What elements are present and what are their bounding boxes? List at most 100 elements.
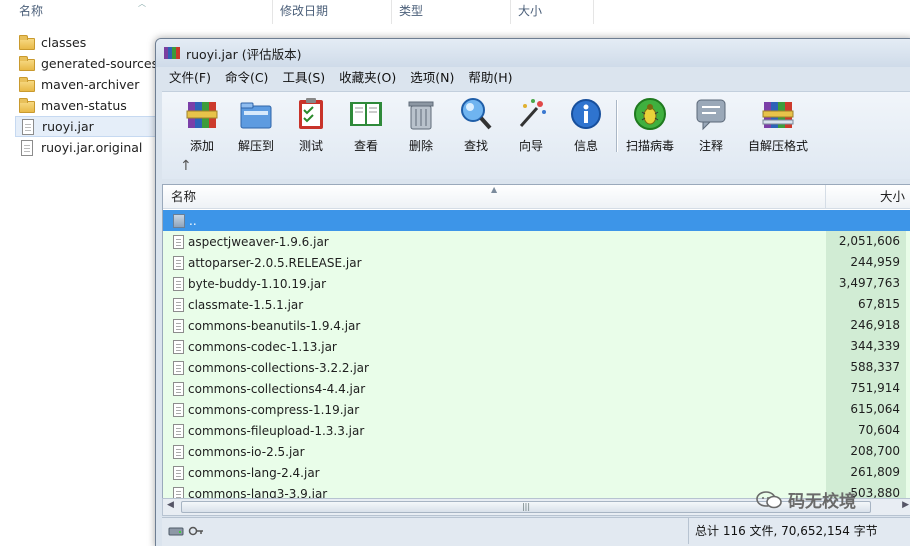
jar-file-icon [173,360,184,375]
menu-favorites[interactable]: 收藏夹(O) [332,67,403,89]
sfx-button[interactable]: 自解压格式 [742,96,814,154]
column-header-size[interactable]: 大小 [880,185,905,209]
file-name: commons-fileupload-1.3.3.jar [188,423,365,438]
extract-to-button[interactable]: 解压到 [226,96,286,154]
explorer-item-classes[interactable]: classes [15,32,157,53]
toolbar: 添加 解压到 测试 查看 删除 查找 向导 信息 扫描病毒 注释 自解压格式 ↑ [162,91,910,179]
table-row[interactable]: commons-compress-1.19.jar 615,064 [163,399,910,420]
comment-label: 注释 [698,139,723,153]
folder-icon [19,77,35,92]
table-row[interactable]: classmate-1.5.1.jar 67,815 [163,294,910,315]
archive-file-list[interactable]: 名称 ▲ 大小 .. aspectjweaver-1.9.6.jar 2,051,… [162,184,910,514]
scroll-left-icon[interactable]: ◀ [167,500,174,510]
menu-help[interactable]: 帮助(H) [461,67,519,89]
add-label: 添加 [189,139,214,153]
file-size: 3,497,763 [826,273,906,294]
file-name: commons-compress-1.19.jar [188,402,360,417]
explorer-item-ruoyi-jar-original[interactable]: ruoyi.jar.original [15,137,157,158]
folder-extract-icon [240,102,272,129]
clipboard-check-icon [299,98,323,129]
folder-icon [19,35,35,50]
toolbar-separator [616,100,618,152]
title-bar[interactable]: ruoyi.jar (评估版本) [156,39,910,67]
wechat-icon [756,490,782,508]
sfx-icon [762,102,794,128]
file-name: .. [189,213,197,228]
file-size: 70,604 [826,420,906,441]
file-rows: .. aspectjweaver-1.9.6.jar 2,051,606 atto… [163,210,910,504]
status-icons [168,525,204,537]
menu-options[interactable]: 选项(N) [403,67,461,89]
list-header: 名称 ▲ 大小 [163,185,910,209]
file-name: attoparser-2.0.5.RELEASE.jar [188,255,362,270]
file-name: commons-lang-2.4.jar [188,465,320,480]
key-icon[interactable] [188,525,204,537]
file-size: 244,959 [826,252,906,273]
sfx-label: 自解压格式 [747,139,808,153]
explorer-col-type[interactable]: 类型 [393,0,511,24]
winrar-logo-icon [164,45,180,61]
file-name: aspectjweaver-1.9.6.jar [188,234,329,249]
add-button[interactable]: 添加 [172,96,232,154]
file-name: commons-beanutils-1.9.4.jar [188,318,361,333]
explorer-item-ruoyi-jar[interactable]: ruoyi.jar [15,116,157,137]
column-divider[interactable] [825,185,826,209]
wizard-button[interactable]: 向导 [501,96,561,154]
watermark: 码无校境 [756,487,856,512]
menu-file[interactable]: 文件(F) [162,67,218,89]
menu-commands[interactable]: 命令(C) [218,67,275,89]
table-row[interactable]: commons-beanutils-1.9.4.jar 246,918 [163,315,910,336]
table-row[interactable]: attoparser-2.0.5.RELEASE.jar 244,959 [163,252,910,273]
watermark-text: 码无校境 [788,492,856,512]
file-name: commons-collections-3.2.2.jar [188,360,369,375]
column-header-name[interactable]: 名称 [171,185,196,209]
file-name: commons-collections4-4.4.jar [188,381,366,396]
test-button[interactable]: 测试 [281,96,341,154]
explorer-col-size[interactable]: 大小 [512,0,594,24]
explorer-item-generated-sources[interactable]: generated-sources [15,53,158,74]
test-label: 测试 [298,139,323,153]
folder-icon [19,98,35,113]
file-size: 615,064 [826,399,906,420]
comment-button[interactable]: 注释 [681,96,741,154]
explorer-item-label: classes [41,35,87,50]
explorer-item-maven-archiver[interactable]: maven-archiver [15,74,157,95]
jar-file-icon [173,339,184,354]
scroll-right-icon[interactable]: ▶ [902,500,909,510]
view-button[interactable]: 查看 [336,96,396,154]
delete-button[interactable]: 删除 [391,96,451,154]
table-row[interactable]: commons-collections4-4.4.jar 751,914 [163,378,910,399]
file-size: 246,918 [826,315,906,336]
table-row[interactable]: commons-fileupload-1.3.3.jar 70,604 [163,420,910,441]
explorer-item-label: maven-status [41,98,127,113]
jar-file-icon [173,381,184,396]
file-size: 67,815 [826,294,906,315]
parent-folder-row[interactable]: .. [163,210,910,231]
table-row[interactable]: aspectjweaver-1.9.6.jar 2,051,606 [163,231,910,252]
file-size: 208,700 [826,441,906,462]
explorer-item-maven-status[interactable]: maven-status [15,95,157,116]
table-row[interactable]: commons-io-2.5.jar 208,700 [163,441,910,462]
find-button[interactable]: 查找 [446,96,506,154]
jar-file-icon [173,318,184,333]
file-size: 2,051,606 [826,231,906,252]
scan-virus-button[interactable]: 扫描病毒 [620,96,680,154]
table-row[interactable]: byte-buddy-1.10.19.jar 3,497,763 [163,273,910,294]
jar-file-icon [173,297,184,312]
jar-file-icon [173,402,184,417]
up-folder-arrow-icon[interactable]: ↑ [180,158,192,174]
file-size: 751,914 [826,378,906,399]
table-row[interactable]: commons-collections-3.2.2.jar 588,337 [163,357,910,378]
explorer-col-date[interactable]: 修改日期 [274,0,392,24]
status-bar: 总计 116 文件, 70,652,154 字节 [162,517,910,546]
delete-label: 删除 [408,139,433,153]
info-button[interactable]: 信息 [556,96,616,154]
explorer-item-label: ruoyi.jar [42,119,94,134]
file-name: classmate-1.5.1.jar [188,297,304,312]
view-label: 查看 [353,139,378,153]
file-name: commons-io-2.5.jar [188,444,305,459]
table-row[interactable]: commons-codec-1.13.jar 344,339 [163,336,910,357]
explorer-item-label: ruoyi.jar.original [41,140,143,155]
menu-tools[interactable]: 工具(S) [275,67,332,89]
table-row[interactable]: commons-lang-2.4.jar 261,809 [163,462,910,483]
